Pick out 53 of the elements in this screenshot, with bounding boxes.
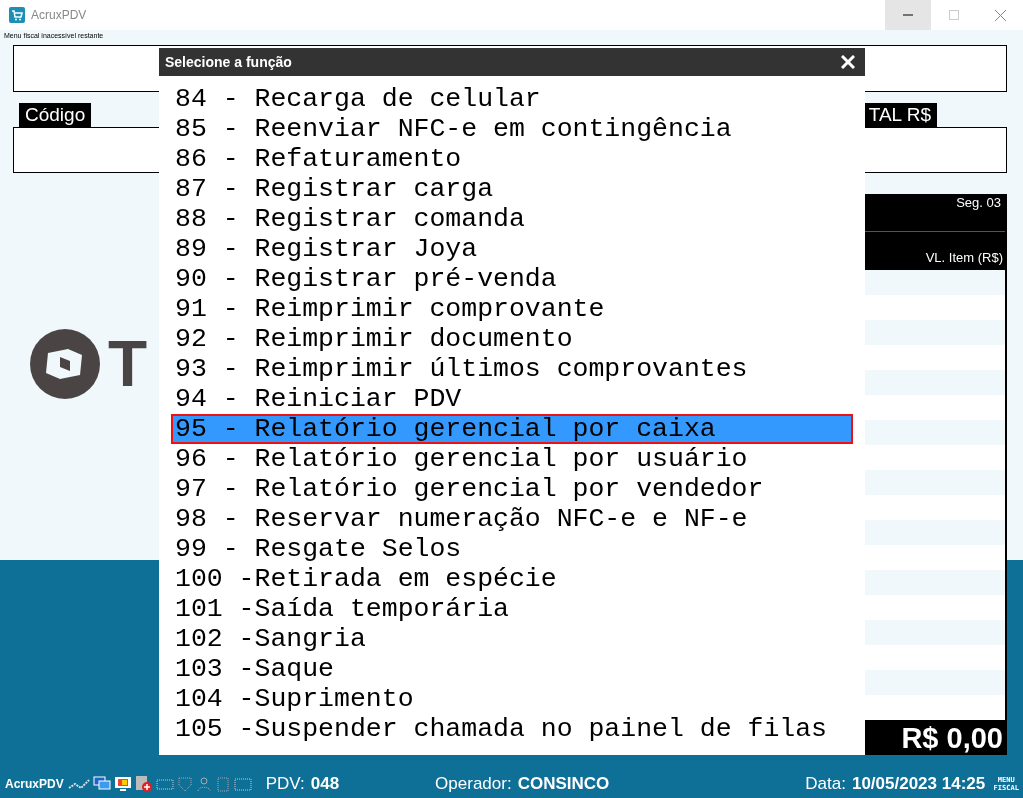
app-name: AcruxPDV bbox=[5, 777, 64, 791]
function-item[interactable]: 94 - Reiniciar PDV bbox=[171, 384, 853, 414]
function-item[interactable]: 87 - Registrar carga bbox=[171, 174, 853, 204]
server-icon[interactable] bbox=[134, 775, 153, 793]
dialog-title: Selecione a função bbox=[165, 54, 292, 70]
monitor-icon[interactable] bbox=[113, 776, 132, 792]
function-item[interactable]: 99 - Resgate Selos bbox=[171, 534, 853, 564]
shield-icon[interactable] bbox=[176, 776, 193, 792]
operator-label: Operador: bbox=[435, 774, 512, 794]
function-item[interactable]: 86 - Refaturamento bbox=[171, 144, 853, 174]
maximize-icon bbox=[949, 10, 959, 20]
column-header: VL. Item (R$) bbox=[925, 250, 1003, 265]
function-item[interactable]: 104 -Suprimento bbox=[171, 684, 853, 714]
cable-icon[interactable] bbox=[67, 776, 90, 792]
segment-label: Seg. 03 bbox=[956, 195, 1001, 210]
function-item[interactable]: 90 - Registrar pré-venda bbox=[171, 264, 853, 294]
function-item[interactable]: 92 - Reimprimir documento bbox=[171, 324, 853, 354]
operator-name: CONSINCO bbox=[517, 774, 610, 794]
function-item[interactable]: 91 - Reimprimir comprovante bbox=[171, 294, 853, 324]
function-item[interactable]: 95 - Relatório gerencial por caixa bbox=[171, 414, 853, 444]
field-label: TAL R$ bbox=[862, 103, 937, 127]
function-item[interactable]: 101 -Saída temporária bbox=[171, 594, 853, 624]
function-item[interactable]: 100 -Retirada em espécie bbox=[171, 564, 853, 594]
close-icon bbox=[841, 55, 855, 69]
function-item[interactable]: 88 - Registrar comanda bbox=[171, 204, 853, 234]
function-item[interactable]: 105 -Suspender chamada no painel de filas bbox=[171, 714, 853, 744]
function-item[interactable]: 102 -Sangria bbox=[171, 624, 853, 654]
close-icon bbox=[994, 9, 1006, 21]
function-item[interactable]: 96 - Relatório gerencial por usuário bbox=[171, 444, 853, 474]
function-item[interactable]: 89 - Registrar Joya bbox=[171, 234, 853, 264]
total-amount: R$ 0,00 bbox=[865, 720, 1007, 755]
keyboard-icon[interactable] bbox=[155, 777, 174, 791]
window-title: AcruxPDV bbox=[31, 8, 87, 22]
date-time: 10/05/2023 14:25 bbox=[851, 774, 986, 794]
function-item[interactable]: 85 - Reenviar NFC-e em contingência bbox=[171, 114, 853, 144]
cart-icon bbox=[9, 7, 25, 23]
function-item[interactable]: 93 - Reimprimir últimos comprovantes bbox=[171, 354, 853, 384]
building-icon[interactable] bbox=[214, 776, 231, 792]
function-item[interactable]: 97 - Relatório gerencial por vendedor bbox=[171, 474, 853, 504]
pdv-number: 048 bbox=[310, 774, 340, 794]
minimize-button[interactable] bbox=[885, 0, 931, 30]
date-label: Data: bbox=[805, 774, 846, 794]
close-button[interactable] bbox=[841, 55, 855, 69]
function-item[interactable]: 84 - Recarga de celular bbox=[171, 84, 853, 114]
function-item[interactable]: 103 -Saque bbox=[171, 654, 853, 684]
logo-text: T bbox=[108, 327, 148, 401]
monitors-icon[interactable] bbox=[92, 776, 111, 792]
pdv-label: PDV: bbox=[265, 774, 305, 794]
calculator-icon[interactable] bbox=[233, 776, 252, 792]
field-label: Código bbox=[19, 103, 92, 127]
logo-icon bbox=[30, 329, 100, 399]
user-icon[interactable] bbox=[195, 776, 212, 792]
function-item[interactable]: 98 - Reservar numeração NFC-e e NF-e bbox=[171, 504, 853, 534]
